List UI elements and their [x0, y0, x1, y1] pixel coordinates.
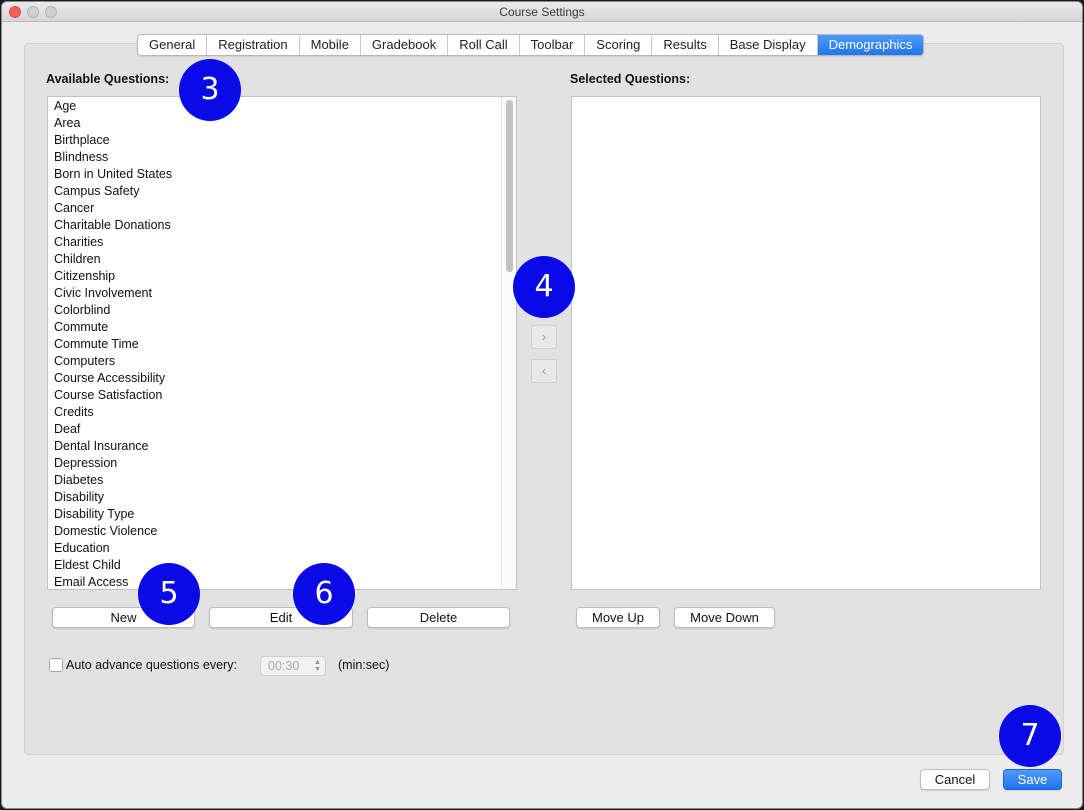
cancel-button[interactable]: Cancel — [920, 769, 990, 790]
list-item[interactable]: Commute — [48, 319, 516, 336]
tab-toolbar[interactable]: Toolbar — [520, 35, 586, 55]
list-item[interactable]: Age — [48, 98, 516, 115]
window-title: Course Settings — [499, 5, 585, 19]
tab-roll-call[interactable]: Roll Call — [448, 35, 520, 55]
list-item[interactable]: Education — [48, 540, 516, 557]
list-item[interactable]: Cancer — [48, 200, 516, 217]
tab-gradebook[interactable]: Gradebook — [361, 35, 449, 55]
list-item[interactable]: Disability Type — [48, 506, 516, 523]
available-questions-items: Age Area Birthplace Blindness Born in United… — [48, 97, 516, 589]
list-item[interactable]: Eldest Child — [48, 557, 516, 574]
save-button[interactable]: Save — [1003, 769, 1062, 790]
move-up-button[interactable]: Move Up — [576, 607, 660, 628]
auto-advance-label: Auto advance questions every: — [66, 658, 237, 672]
tab-base-display[interactable]: Base Display — [719, 35, 818, 55]
scrollbar-thumb[interactable] — [506, 100, 513, 272]
list-item[interactable]: Credits — [48, 404, 516, 421]
list-item[interactable]: Charitable Donations — [48, 217, 516, 234]
list-item[interactable]: Area — [48, 115, 516, 132]
auto-advance-time-value: 00:30 — [268, 659, 300, 673]
list-item[interactable]: Computers — [48, 353, 516, 370]
callout-badge-4: 4 — [513, 256, 575, 318]
list-item[interactable]: Dental Insurance — [48, 438, 516, 455]
auto-advance-time-stepper[interactable]: 00:30 ▲ ▼ — [260, 656, 326, 676]
tab-scoring[interactable]: Scoring — [585, 35, 653, 55]
list-item[interactable]: Colorblind — [48, 302, 516, 319]
list-item[interactable]: Course Accessibility — [48, 370, 516, 387]
list-item[interactable]: Citizenship — [48, 268, 516, 285]
close-window-button[interactable] — [9, 6, 21, 18]
list-item[interactable]: Course Satisfaction — [48, 387, 516, 404]
tab-demographics[interactable]: Demographics — [817, 35, 924, 55]
list-item[interactable]: Birthplace — [48, 132, 516, 149]
settings-tabs: General Registration Mobile Gradebook Ro… — [137, 34, 925, 56]
move-down-button[interactable]: Move Down — [674, 607, 775, 628]
selected-questions-heading: Selected Questions: — [570, 72, 691, 86]
list-item[interactable]: Commute Time — [48, 336, 516, 353]
delete-question-button[interactable]: Delete — [367, 607, 510, 628]
title-bar: Course Settings — [2, 2, 1082, 22]
add-question-button[interactable]: › — [531, 325, 557, 349]
selected-questions-list[interactable] — [571, 96, 1041, 590]
available-list-scrollbar[interactable] — [501, 97, 516, 589]
list-item[interactable]: Deaf — [48, 421, 516, 438]
callout-badge-3: 3 — [179, 59, 241, 121]
list-item[interactable]: Civic Involvement — [48, 285, 516, 302]
list-item[interactable]: Disability — [48, 489, 516, 506]
list-item[interactable]: Depression — [48, 455, 516, 472]
list-item[interactable]: Charities — [48, 234, 516, 251]
callout-badge-5: 5 — [138, 563, 200, 625]
zoom-window-button[interactable] — [45, 6, 57, 18]
tab-general[interactable]: General — [138, 35, 208, 55]
list-item[interactable]: Domestic Violence — [48, 523, 516, 540]
list-item[interactable]: Blindness — [48, 149, 516, 166]
chevron-left-icon: ‹ — [541, 363, 547, 378]
callout-badge-7: 7 — [999, 705, 1061, 767]
list-item[interactable]: Campus Safety — [48, 183, 516, 200]
tab-registration[interactable]: Registration — [207, 35, 300, 55]
stepper-arrows-icon[interactable]: ▲ ▼ — [313, 659, 322, 673]
time-unit-label: (min:sec) — [338, 658, 390, 672]
list-item[interactable]: Born in United States — [48, 166, 516, 183]
available-questions-heading: Available Questions: — [46, 72, 170, 86]
list-item[interactable]: Email Access — [48, 574, 516, 589]
course-settings-window: Course Settings General Registration Mob… — [1, 1, 1083, 809]
auto-advance-checkbox[interactable] — [49, 658, 63, 672]
callout-badge-6: 6 — [293, 563, 355, 625]
tab-results[interactable]: Results — [652, 35, 719, 55]
tab-mobile[interactable]: Mobile — [300, 35, 361, 55]
available-questions-list[interactable]: Age Area Birthplace Blindness Born in United… — [47, 96, 517, 590]
list-item[interactable]: Diabetes — [48, 472, 516, 489]
minimize-window-button[interactable] — [27, 6, 39, 18]
remove-question-button[interactable]: ‹ — [531, 359, 557, 383]
list-item[interactable]: Children — [48, 251, 516, 268]
chevron-right-icon: › — [541, 329, 547, 344]
